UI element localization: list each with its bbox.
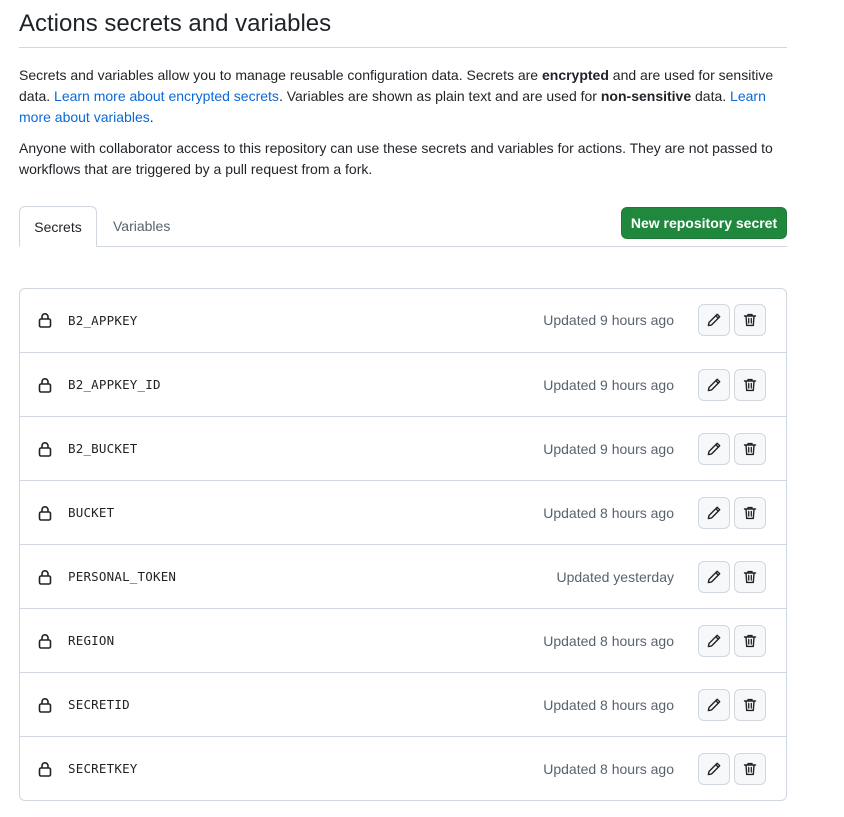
learn-more-encrypted-secrets-link[interactable]: Learn more about encrypted secrets xyxy=(54,88,279,104)
secret-row: B2_APPKEY_ID Updated 9 hours ago xyxy=(20,352,786,416)
intro-paragraph-1: Secrets and variables allow you to manag… xyxy=(19,65,787,128)
tab-variables[interactable]: Variables xyxy=(97,206,186,246)
secret-updated-time: Updated 8 hours ago xyxy=(543,505,674,521)
delete-secret-button[interactable] xyxy=(734,753,766,785)
intro-emphasis-non-sensitive: non-sensitive xyxy=(600,88,692,104)
secret-name: PERSONAL_TOKEN xyxy=(68,569,177,584)
delete-secret-button[interactable] xyxy=(734,689,766,721)
tab-secrets[interactable]: Secrets xyxy=(19,206,97,247)
intro-text-segment: Secrets and variables allow you to manag… xyxy=(19,67,542,83)
edit-secret-button[interactable] xyxy=(698,369,730,401)
secret-updated-time: Updated yesterday xyxy=(556,569,674,585)
intro-text: Secrets and variables allow you to manag… xyxy=(19,65,787,180)
edit-secret-button[interactable] xyxy=(698,689,730,721)
secrets-page: Actions secrets and variables Secrets an… xyxy=(19,0,787,801)
lock-icon xyxy=(38,505,52,521)
lock-icon xyxy=(38,377,52,393)
trash-icon xyxy=(742,312,758,328)
edit-secret-button[interactable] xyxy=(698,497,730,529)
delete-secret-button[interactable] xyxy=(734,304,766,336)
trash-icon xyxy=(742,633,758,649)
page-title: Actions secrets and variables xyxy=(19,0,787,48)
lock-icon xyxy=(38,312,52,328)
secret-updated-time: Updated 9 hours ago xyxy=(543,441,674,457)
edit-secret-button[interactable] xyxy=(698,753,730,785)
intro-text-segment: . xyxy=(149,109,154,125)
secret-updated-time: Updated 8 hours ago xyxy=(543,633,674,649)
secret-row: PERSONAL_TOKEN Updated yesterday xyxy=(20,544,786,608)
secret-name: REGION xyxy=(68,633,115,648)
intro-paragraph-2: Anyone with collaborator access to this … xyxy=(19,140,773,177)
pencil-icon xyxy=(706,377,722,393)
trash-icon xyxy=(742,569,758,585)
trash-icon xyxy=(742,697,758,713)
delete-secret-button[interactable] xyxy=(734,561,766,593)
secret-name: B2_APPKEY_ID xyxy=(68,377,161,392)
pencil-icon xyxy=(706,441,722,457)
lock-icon xyxy=(38,761,52,777)
secret-name: B2_APPKEY xyxy=(68,313,138,328)
delete-secret-button[interactable] xyxy=(734,497,766,529)
new-repository-secret-button[interactable]: New repository secret xyxy=(621,207,787,239)
secret-updated-time: Updated 8 hours ago xyxy=(543,761,674,777)
secret-name: B2_BUCKET xyxy=(68,441,138,456)
trash-icon xyxy=(742,505,758,521)
secret-row: SECRETID Updated 8 hours ago xyxy=(20,672,786,736)
edit-secret-button[interactable] xyxy=(698,304,730,336)
edit-secret-button[interactable] xyxy=(698,433,730,465)
trash-icon xyxy=(742,377,758,393)
secrets-list: B2_APPKEY Updated 9 hours ago B2_APPKEY_ID… xyxy=(19,288,787,801)
lock-icon xyxy=(38,633,52,649)
tab-bar: Secrets Variables New repository secret xyxy=(19,206,787,247)
secret-updated-time: Updated 9 hours ago xyxy=(543,377,674,393)
pencil-icon xyxy=(706,505,722,521)
edit-secret-button[interactable] xyxy=(698,561,730,593)
intro-text-segment: data. xyxy=(691,88,731,104)
secret-name: SECRETKEY xyxy=(68,761,138,776)
secret-name: SECRETID xyxy=(68,697,130,712)
pencil-icon xyxy=(706,697,722,713)
pencil-icon xyxy=(706,569,722,585)
intro-emphasis-encrypted: encrypted xyxy=(541,67,609,83)
delete-secret-button[interactable] xyxy=(734,369,766,401)
edit-secret-button[interactable] xyxy=(698,625,730,657)
secret-updated-time: Updated 9 hours ago xyxy=(543,312,674,328)
secret-updated-time: Updated 8 hours ago xyxy=(543,697,674,713)
lock-icon xyxy=(38,697,52,713)
pencil-icon xyxy=(706,633,722,649)
trash-icon xyxy=(742,761,758,777)
secret-name: BUCKET xyxy=(68,505,115,520)
pencil-icon xyxy=(706,312,722,328)
secret-row: REGION Updated 8 hours ago xyxy=(20,608,786,672)
lock-icon xyxy=(38,441,52,457)
delete-secret-button[interactable] xyxy=(734,433,766,465)
trash-icon xyxy=(742,441,758,457)
secret-row: B2_APPKEY Updated 9 hours ago xyxy=(20,289,786,352)
secret-row: BUCKET Updated 8 hours ago xyxy=(20,480,786,544)
pencil-icon xyxy=(706,761,722,777)
secret-row: SECRETKEY Updated 8 hours ago xyxy=(20,736,786,800)
delete-secret-button[interactable] xyxy=(734,625,766,657)
lock-icon xyxy=(38,569,52,585)
secret-row: B2_BUCKET Updated 9 hours ago xyxy=(20,416,786,480)
intro-text-segment: . Variables are shown as plain text and … xyxy=(278,88,601,104)
